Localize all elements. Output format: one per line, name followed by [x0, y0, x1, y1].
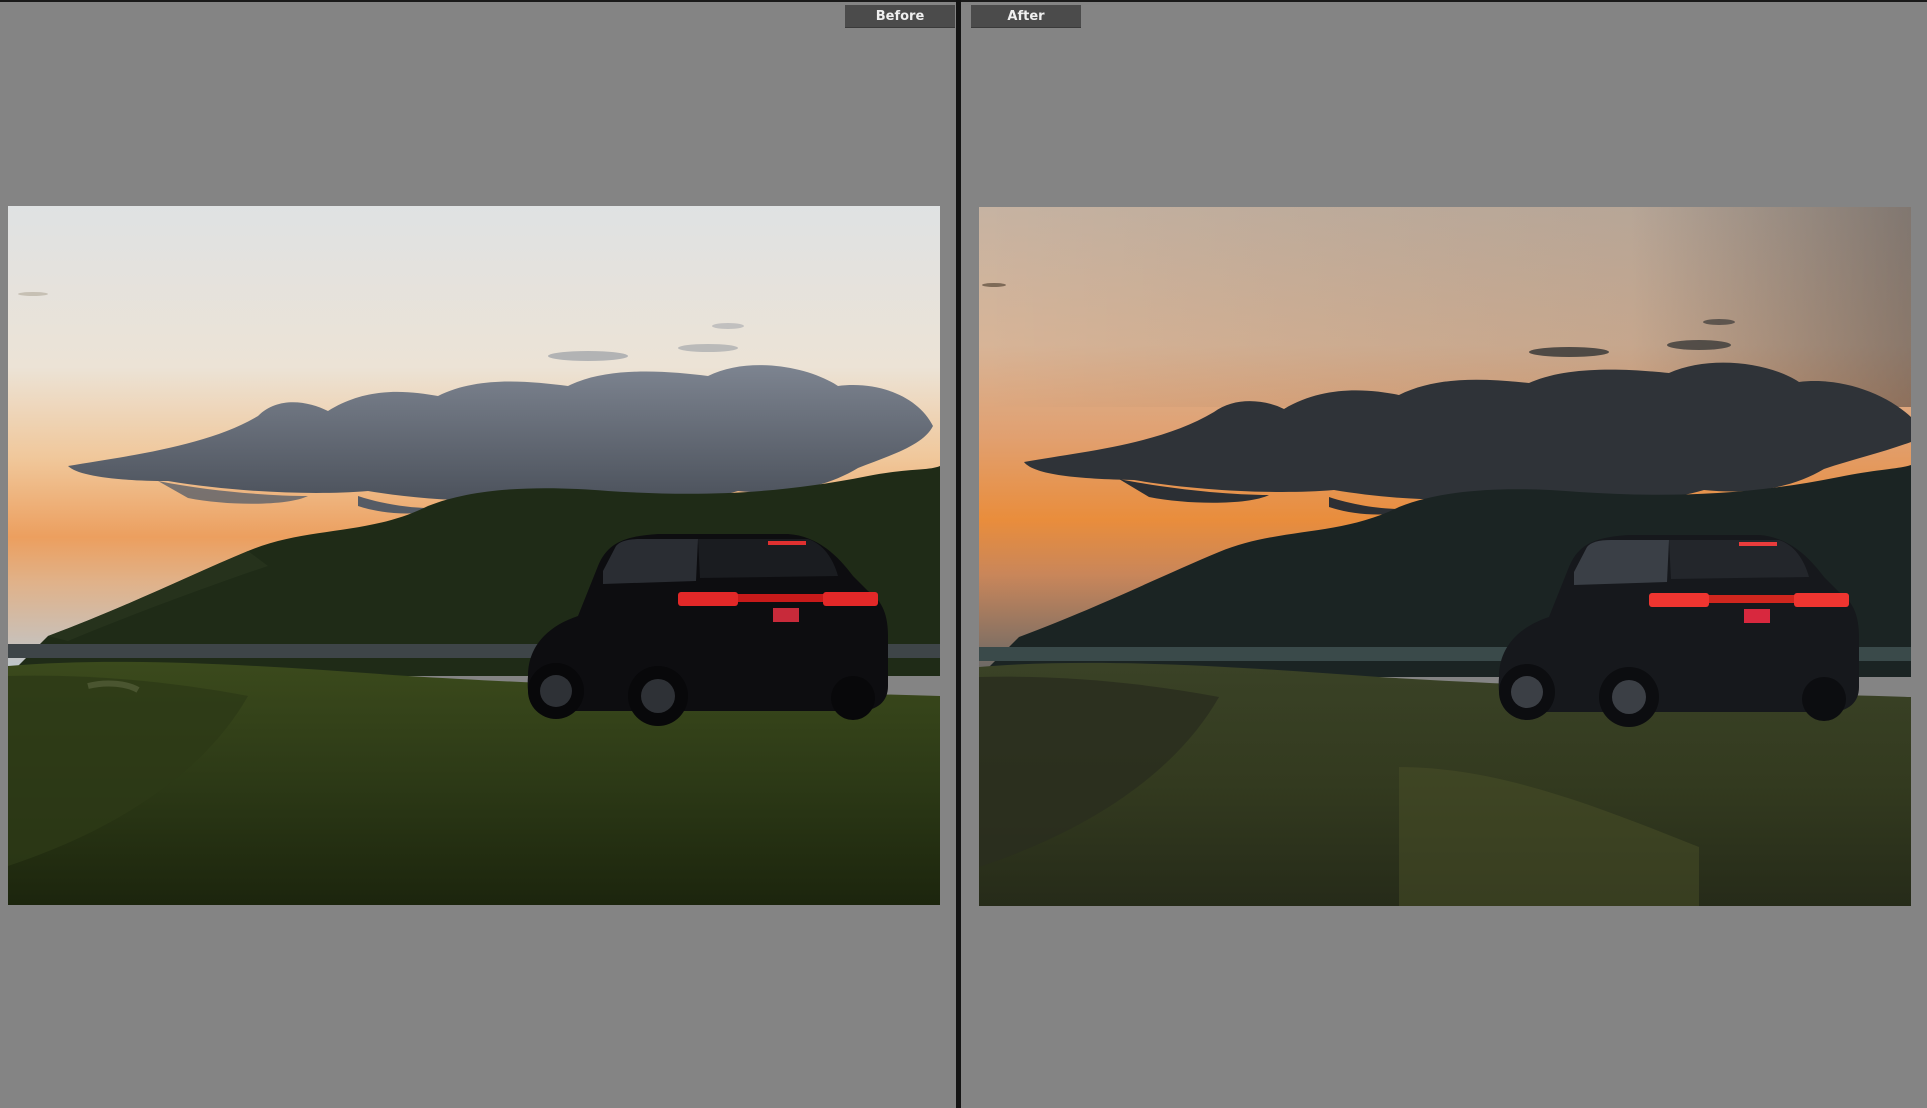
- before-label: Before: [845, 5, 955, 27]
- after-pane: After: [961, 2, 1927, 1108]
- after-photo[interactable]: [979, 207, 1911, 906]
- car-sunset-photo-after: [979, 207, 1911, 906]
- after-label: After: [971, 5, 1081, 27]
- car-sunset-photo-before: [8, 206, 940, 905]
- before-pane: Before: [0, 2, 956, 1108]
- before-photo[interactable]: [8, 206, 940, 905]
